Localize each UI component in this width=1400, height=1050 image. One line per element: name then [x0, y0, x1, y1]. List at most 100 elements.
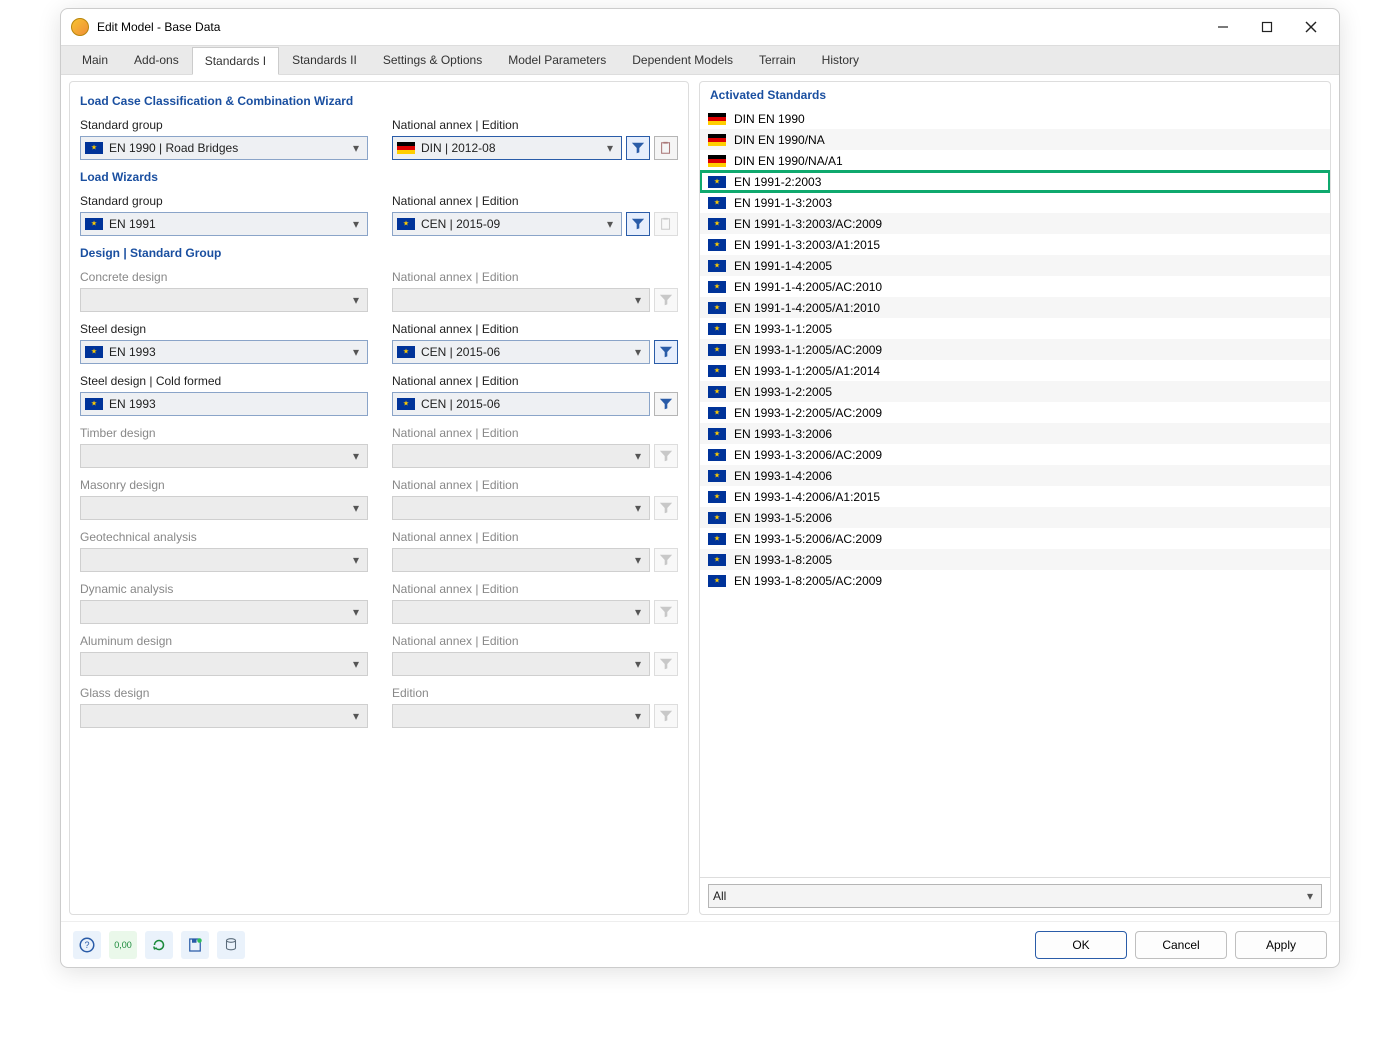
- standard-name: EN 1991-1-4:2005/A1:2010: [734, 301, 880, 315]
- standard-item[interactable]: EN 1993-1-2:2005/AC:2009: [700, 402, 1330, 423]
- eu-flag-icon: [708, 386, 726, 398]
- filter-button[interactable]: [626, 212, 650, 236]
- loadcase-annex-value: DIN | 2012-08: [421, 141, 496, 155]
- tab-settings-options[interactable]: Settings & Options: [370, 46, 495, 74]
- design-geo-label: Geotechnical analysis: [80, 530, 368, 544]
- eu-flag-icon: [708, 197, 726, 209]
- standard-item[interactable]: EN 1993-1-4:2006/A1:2015: [700, 486, 1330, 507]
- loadwiz-annex-combo[interactable]: CEN | 2015-09 ▾: [392, 212, 622, 236]
- standard-item[interactable]: EN 1991-1-4:2005/AC:2010: [700, 276, 1330, 297]
- standard-item[interactable]: DIN EN 1990/NA: [700, 129, 1330, 150]
- close-button[interactable]: [1289, 12, 1333, 42]
- design-coldform-annex-combo[interactable]: CEN | 2015-06: [392, 392, 650, 416]
- chevron-down-icon: ▾: [631, 657, 645, 671]
- standard-item[interactable]: EN 1993-1-2:2005: [700, 381, 1330, 402]
- loadcase-group-combo[interactable]: EN 1990 | Road Bridges ▾: [80, 136, 368, 160]
- design-coldform-group-combo[interactable]: EN 1993: [80, 392, 368, 416]
- eu-flag-icon: [708, 239, 726, 251]
- standard-item[interactable]: EN 1991-2:2003: [700, 171, 1330, 192]
- activated-filter-value: All: [713, 889, 726, 903]
- tab-dependent-models[interactable]: Dependent Models: [619, 46, 746, 74]
- database-button[interactable]: [217, 931, 245, 959]
- standard-item[interactable]: DIN EN 1990/NA/A1: [700, 150, 1330, 171]
- eu-flag-icon: [708, 344, 726, 356]
- eu-flag-icon: [708, 428, 726, 440]
- filter-button[interactable]: [654, 340, 678, 364]
- standard-name: EN 1993-1-3:2006/AC:2009: [734, 448, 882, 462]
- standard-item[interactable]: EN 1993-1-1:2005/A1:2014: [700, 360, 1330, 381]
- design-steel-annex-combo[interactable]: CEN | 2015-06▾: [392, 340, 650, 364]
- standard-item[interactable]: EN 1991-1-4:2005/A1:2010: [700, 297, 1330, 318]
- loadwiz-group-value: EN 1991: [109, 217, 156, 231]
- standard-item[interactable]: EN 1993-1-3:2006/AC:2009: [700, 444, 1330, 465]
- standard-item[interactable]: EN 1991-1-3:2003: [700, 192, 1330, 213]
- filter-button[interactable]: [654, 392, 678, 416]
- standard-name: EN 1993-1-4:2006: [734, 469, 832, 483]
- loadcase-group-label: Standard group: [80, 118, 368, 132]
- design-dynamic-group-combo: ▾: [80, 600, 368, 624]
- chevron-down-icon: ▾: [631, 449, 645, 463]
- design-steel-group-combo[interactable]: EN 1993▾: [80, 340, 368, 364]
- apply-button[interactable]: Apply: [1235, 931, 1327, 959]
- eu-flag-icon: [708, 281, 726, 293]
- standard-item[interactable]: EN 1993-1-3:2006: [700, 423, 1330, 444]
- standard-item[interactable]: EN 1993-1-1:2005/AC:2009: [700, 339, 1330, 360]
- design-concrete-label: Concrete design: [80, 270, 368, 284]
- tab-main[interactable]: Main: [69, 46, 121, 74]
- standard-item[interactable]: EN 1993-1-5:2006/AC:2009: [700, 528, 1330, 549]
- eu-flag-icon: [708, 512, 726, 524]
- clipboard-button[interactable]: [654, 136, 678, 160]
- standard-item[interactable]: DIN EN 1990: [700, 108, 1330, 129]
- chevron-down-icon: ▾: [631, 293, 645, 307]
- standard-item[interactable]: EN 1993-1-8:2005/AC:2009: [700, 570, 1330, 591]
- standard-item[interactable]: EN 1993-1-4:2006: [700, 465, 1330, 486]
- de-flag-icon: [708, 134, 726, 146]
- standard-name: EN 1993-1-8:2005/AC:2009: [734, 574, 882, 588]
- tab-standards-ii[interactable]: Standards II: [279, 46, 370, 74]
- refresh-button[interactable]: [145, 931, 173, 959]
- loadwiz-annex-label: National annex | Edition: [392, 194, 678, 208]
- eu-flag-icon: [708, 575, 726, 587]
- standard-item[interactable]: EN 1991-1-4:2005: [700, 255, 1330, 276]
- loadwiz-group-combo[interactable]: EN 1991 ▾: [80, 212, 368, 236]
- design-steel-annex-label: National annex | Edition: [392, 322, 678, 336]
- ok-button[interactable]: OK: [1035, 931, 1127, 959]
- tab-bar: MainAdd-onsStandards IStandards IISettin…: [61, 45, 1339, 75]
- filter-button[interactable]: [626, 136, 650, 160]
- save-button[interactable]: [181, 931, 209, 959]
- chevron-down-icon: ▾: [349, 141, 363, 155]
- standard-name: EN 1993-1-1:2005: [734, 322, 832, 336]
- standard-name: EN 1991-1-4:2005/AC:2010: [734, 280, 882, 294]
- standard-item[interactable]: EN 1991-1-3:2003/A1:2015: [700, 234, 1330, 255]
- activated-title: Activated Standards: [700, 82, 1330, 104]
- design-geo-annex-combo: ▾: [392, 548, 650, 572]
- chevron-down-icon: ▾: [631, 345, 645, 359]
- eu-flag-icon: [708, 365, 726, 377]
- tab-add-ons[interactable]: Add-ons: [121, 46, 192, 74]
- tab-terrain[interactable]: Terrain: [746, 46, 809, 74]
- eu-flag-icon: [85, 346, 103, 358]
- de-flag-icon: [397, 142, 415, 154]
- standard-item[interactable]: EN 1993-1-5:2006: [700, 507, 1330, 528]
- units-button[interactable]: 0,00: [109, 931, 137, 959]
- filter-button: [654, 600, 678, 624]
- help-button[interactable]: ?: [73, 931, 101, 959]
- cancel-button[interactable]: Cancel: [1135, 931, 1227, 959]
- standard-item[interactable]: EN 1993-1-8:2005: [700, 549, 1330, 570]
- standard-name: EN 1993-1-3:2006: [734, 427, 832, 441]
- tab-model-parameters[interactable]: Model Parameters: [495, 46, 619, 74]
- standard-item[interactable]: EN 1991-1-3:2003/AC:2009: [700, 213, 1330, 234]
- activated-filter-combo[interactable]: All ▾: [708, 884, 1322, 908]
- design-glass-label: Glass design: [80, 686, 368, 700]
- tab-history[interactable]: History: [809, 46, 872, 74]
- minimize-button[interactable]: [1201, 12, 1245, 42]
- standard-item[interactable]: EN 1993-1-1:2005: [700, 318, 1330, 339]
- chevron-down-icon: ▾: [349, 345, 363, 359]
- titlebar: Edit Model - Base Data: [61, 9, 1339, 45]
- activated-standards-list[interactable]: DIN EN 1990DIN EN 1990/NADIN EN 1990/NA/…: [700, 104, 1330, 877]
- tab-standards-i[interactable]: Standards I: [192, 47, 279, 75]
- eu-flag-icon: [397, 346, 415, 358]
- loadcase-annex-combo[interactable]: DIN | 2012-08 ▾: [392, 136, 622, 160]
- filter-button: [654, 496, 678, 520]
- maximize-button[interactable]: [1245, 12, 1289, 42]
